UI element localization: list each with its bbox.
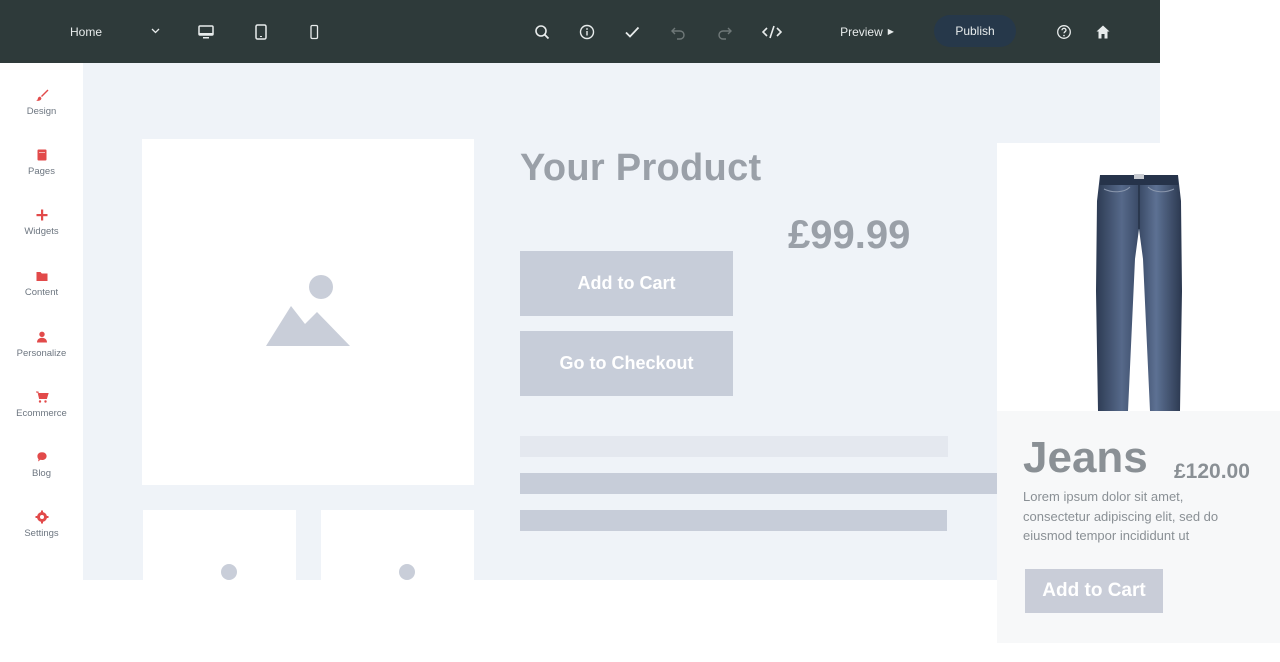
plus-icon: [36, 209, 47, 221]
chat-bubble-icon: [36, 452, 47, 462]
sidebar-item-label: Personalize: [16, 348, 67, 359]
product-description: Lorem ipsum dolor sit amet, consectetur …: [1023, 489, 1219, 543]
folder-icon: [36, 272, 47, 281]
text-placeholder-bar: [520, 436, 948, 457]
sidebar-item-blog[interactable]: Blog: [0, 450, 83, 494]
sidebar-item-label: Pages: [28, 166, 55, 177]
card-add-to-cart-button[interactable]: Add to Cart: [1025, 569, 1163, 613]
image-placeholder-icon: [266, 275, 350, 346]
code-icon[interactable]: [757, 0, 787, 63]
brush-icon: [35, 89, 48, 101]
thumbnail-placeholder[interactable]: [143, 510, 296, 580]
cart-icon: [35, 391, 49, 403]
text-placeholder-bar: [520, 473, 1000, 494]
add-to-cart-button[interactable]: Add to Cart: [520, 251, 733, 316]
product-card: Jeans £120.00 Lorem ipsum dolor sit amet…: [997, 143, 1280, 643]
jeans-image: [1095, 174, 1182, 411]
product-name: Jeans: [1023, 433, 1148, 482]
desktop-view-icon[interactable]: [191, 0, 221, 63]
sidebar-item-design[interactable]: Design: [0, 88, 83, 132]
checkmark-icon[interactable]: [617, 0, 647, 63]
undo-icon[interactable]: [663, 0, 693, 63]
sidebar-item-label: Settings: [24, 528, 59, 539]
page-selector-label: Home: [70, 24, 103, 39]
caret-right-icon: ▶: [887, 27, 894, 36]
main-image-placeholder[interactable]: [142, 139, 474, 485]
product-price: £99.99: [788, 213, 911, 257]
text-placeholder-bar: [520, 510, 947, 531]
sidebar-item-content[interactable]: Content: [0, 269, 83, 313]
product-title: Your Product: [520, 147, 762, 189]
home-icon[interactable]: [1088, 0, 1118, 63]
sidebar-item-label: Ecommerce: [16, 408, 67, 419]
sidebar-item-label: Blog: [31, 468, 51, 479]
preview-label: Preview: [840, 24, 883, 39]
info-icon[interactable]: [572, 0, 602, 63]
sidebar-item-widgets[interactable]: Widgets: [0, 208, 83, 252]
gear-icon: [35, 510, 48, 524]
chevron-down-icon: [151, 26, 160, 37]
go-to-checkout-button[interactable]: Go to Checkout: [520, 331, 733, 396]
thumbnail-placeholder[interactable]: [321, 510, 474, 580]
preview-button[interactable]: Preview ▶: [832, 0, 902, 63]
publish-button[interactable]: Publish: [934, 15, 1016, 47]
sidebar-item-label: Widgets: [24, 226, 59, 237]
product-card-price: £120.00: [1174, 460, 1250, 483]
redo-icon[interactable]: [710, 0, 740, 63]
editor-toolbar: Home Preview ▶ Publish: [0, 0, 1160, 63]
image-placeholder-icon: [398, 564, 415, 580]
page-selector[interactable]: Home: [60, 0, 170, 63]
search-icon[interactable]: [527, 0, 557, 63]
sidebar-item-settings[interactable]: Settings: [0, 510, 83, 554]
sidebar-item-label: Design: [26, 106, 57, 117]
product-image: [997, 143, 1280, 411]
help-icon[interactable]: [1049, 0, 1079, 63]
sidebar-item-ecommerce[interactable]: Ecommerce: [0, 390, 83, 434]
mobile-view-icon[interactable]: [299, 0, 329, 63]
sidebar-item-label: Content: [24, 287, 59, 298]
tablet-view-icon[interactable]: [246, 0, 276, 63]
sidebar-item-personalize[interactable]: Personalize: [0, 330, 83, 374]
editor-sidebar: Design Pages Widgets Content Personalize…: [0, 63, 84, 580]
sidebar-item-pages[interactable]: Pages: [0, 148, 83, 192]
pages-icon: [37, 149, 46, 161]
image-placeholder-icon: [220, 564, 237, 580]
person-icon: [36, 331, 47, 343]
